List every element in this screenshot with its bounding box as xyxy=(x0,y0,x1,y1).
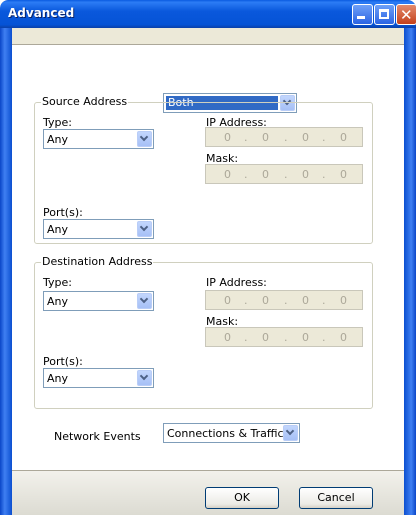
ip-octet: 0 xyxy=(262,131,269,144)
destination-ports-label: Port(s): xyxy=(43,355,83,368)
title-bar[interactable]: Advanced ✕ xyxy=(0,0,416,28)
ip-octet: 0 xyxy=(262,294,269,307)
chevron-down-icon[interactable] xyxy=(283,425,298,441)
minimize-icon xyxy=(357,16,365,19)
settings-panel: Direction: Both Source Address Type: Any… xyxy=(12,44,404,471)
close-button[interactable]: ✕ xyxy=(396,4,416,25)
ip-dot: . xyxy=(244,294,248,307)
window-title: Advanced xyxy=(8,6,75,20)
source-type-label: Type: xyxy=(43,116,72,129)
destination-ip-label: IP Address: xyxy=(206,276,267,289)
source-ports-label: Port(s): xyxy=(43,206,83,219)
ip-dot: . xyxy=(284,131,288,144)
chevron-down-icon[interactable] xyxy=(137,370,152,386)
source-mask-field[interactable]: 0 . 0 . 0 . 0 xyxy=(205,164,363,184)
ip-octet: 0 xyxy=(340,294,347,307)
mask-octet: 0 xyxy=(302,168,309,181)
destination-ports-select[interactable]: Any xyxy=(43,368,154,388)
ip-dot: . xyxy=(284,294,288,307)
destination-address-legend: Destination Address xyxy=(41,255,154,268)
maximize-icon xyxy=(379,9,389,19)
ip-octet: 0 xyxy=(302,294,309,307)
network-events-label: Network Events xyxy=(54,430,141,443)
ip-dot: . xyxy=(284,168,288,181)
ip-dot: . xyxy=(322,331,326,344)
mask-octet: 0 xyxy=(302,331,309,344)
source-ports-select[interactable]: Any xyxy=(43,219,154,239)
ip-dot: . xyxy=(322,168,326,181)
destination-type-value: Any xyxy=(47,295,69,308)
destination-mask-field[interactable]: 0 . 0 . 0 . 0 xyxy=(205,327,363,347)
ip-dot: . xyxy=(322,131,326,144)
mask-octet: 0 xyxy=(224,331,231,344)
destination-ports-value: Any xyxy=(47,372,69,385)
ip-octet: 0 xyxy=(224,294,231,307)
source-address-legend: Source Address xyxy=(41,95,129,108)
network-events-value: Connections & Traffic xyxy=(167,427,284,440)
ip-octet: 0 xyxy=(224,131,231,144)
cancel-button[interactable]: Cancel xyxy=(299,487,373,509)
ip-dot: . xyxy=(322,294,326,307)
chevron-down-icon[interactable] xyxy=(137,293,152,309)
ip-dot: . xyxy=(244,331,248,344)
network-events-select[interactable]: Connections & Traffic xyxy=(163,423,300,443)
cancel-button-label: Cancel xyxy=(317,491,355,504)
ok-button[interactable]: OK xyxy=(205,487,279,509)
window-frame-right xyxy=(404,28,416,515)
ok-button-label: OK xyxy=(234,491,250,504)
source-ports-value: Any xyxy=(47,223,69,236)
destination-ip-field[interactable]: 0 . 0 . 0 . 0 xyxy=(205,290,363,310)
minimize-button[interactable] xyxy=(352,4,373,25)
source-type-value: Any xyxy=(47,133,69,146)
chevron-down-icon[interactable] xyxy=(137,221,152,237)
destination-type-label: Type: xyxy=(43,276,72,289)
maximize-button[interactable] xyxy=(374,4,395,25)
mask-octet: 0 xyxy=(262,331,269,344)
window-frame-left xyxy=(0,28,12,515)
chevron-down-icon[interactable] xyxy=(137,131,152,147)
ip-dot: . xyxy=(244,131,248,144)
ip-dot: . xyxy=(244,168,248,181)
destination-type-select[interactable]: Any xyxy=(43,291,154,311)
ip-octet: 0 xyxy=(302,131,309,144)
ip-octet: 0 xyxy=(340,131,347,144)
mask-octet: 0 xyxy=(340,331,347,344)
mask-octet: 0 xyxy=(224,168,231,181)
close-icon: ✕ xyxy=(400,6,413,24)
advanced-dialog: Advanced ✕ Direction: Both Source Addres… xyxy=(0,0,416,515)
ip-dot: . xyxy=(284,331,288,344)
mask-octet: 0 xyxy=(262,168,269,181)
source-type-select[interactable]: Any xyxy=(43,129,154,149)
mask-octet: 0 xyxy=(340,168,347,181)
source-ip-field[interactable]: 0 . 0 . 0 . 0 xyxy=(205,127,363,147)
